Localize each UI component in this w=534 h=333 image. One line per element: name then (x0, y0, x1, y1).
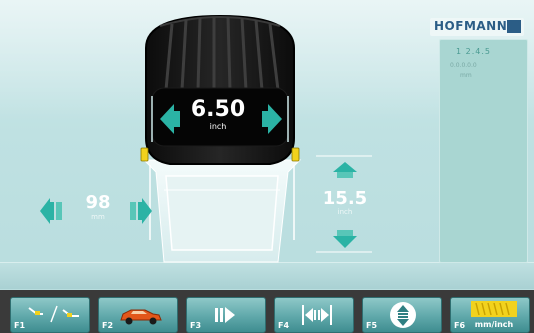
rim-distance-unit: mm (91, 213, 105, 221)
rim-distance-value: 98 (85, 192, 111, 213)
rim-width-unit: inch (209, 122, 227, 131)
diameter-arrow-down-icon (333, 230, 357, 248)
f4-button[interactable]: F4 (274, 297, 354, 333)
rim-diameter-value: 15.5 (322, 188, 368, 209)
left-bead-marker (140, 147, 149, 162)
balancer-screen: HOFMANN 1 2.4.5 0.0.0.0.0 mm 6.50 inch 9… (0, 0, 534, 333)
function-key-label: F2 (102, 321, 114, 330)
function-key-label: F3 (190, 321, 202, 330)
function-key-label: F1 (14, 321, 26, 330)
width-arrow-right-icon (262, 111, 268, 127)
f6-button[interactable]: mm/inch F6 (450, 297, 530, 333)
f5-button[interactable]: F5 (362, 297, 442, 333)
tyre (145, 14, 295, 165)
function-key-label: F4 (278, 321, 290, 330)
unit-toggle-label: mm/inch (474, 320, 514, 329)
rim-body (142, 159, 302, 263)
right-bead-marker (291, 147, 300, 162)
rim-width-value: 6.50 (190, 97, 246, 122)
rim-diameter-unit: inch (337, 208, 353, 216)
diameter-arrow-up-icon (333, 162, 357, 178)
width-arrow-left-icon (174, 111, 180, 127)
f3-button[interactable]: F3 (186, 297, 266, 333)
tire-diagram (40, 14, 372, 263)
unit-toggle-icon: mm/inch (471, 301, 517, 329)
f1-button[interactable]: F1 (10, 297, 90, 333)
distance-arrow-left-icon (40, 198, 62, 224)
function-key-label: F5 (366, 321, 378, 330)
distance-arrow-right-icon (130, 198, 152, 224)
function-key-label: F6 (454, 321, 466, 330)
f2-button[interactable]: F2 (98, 297, 178, 333)
